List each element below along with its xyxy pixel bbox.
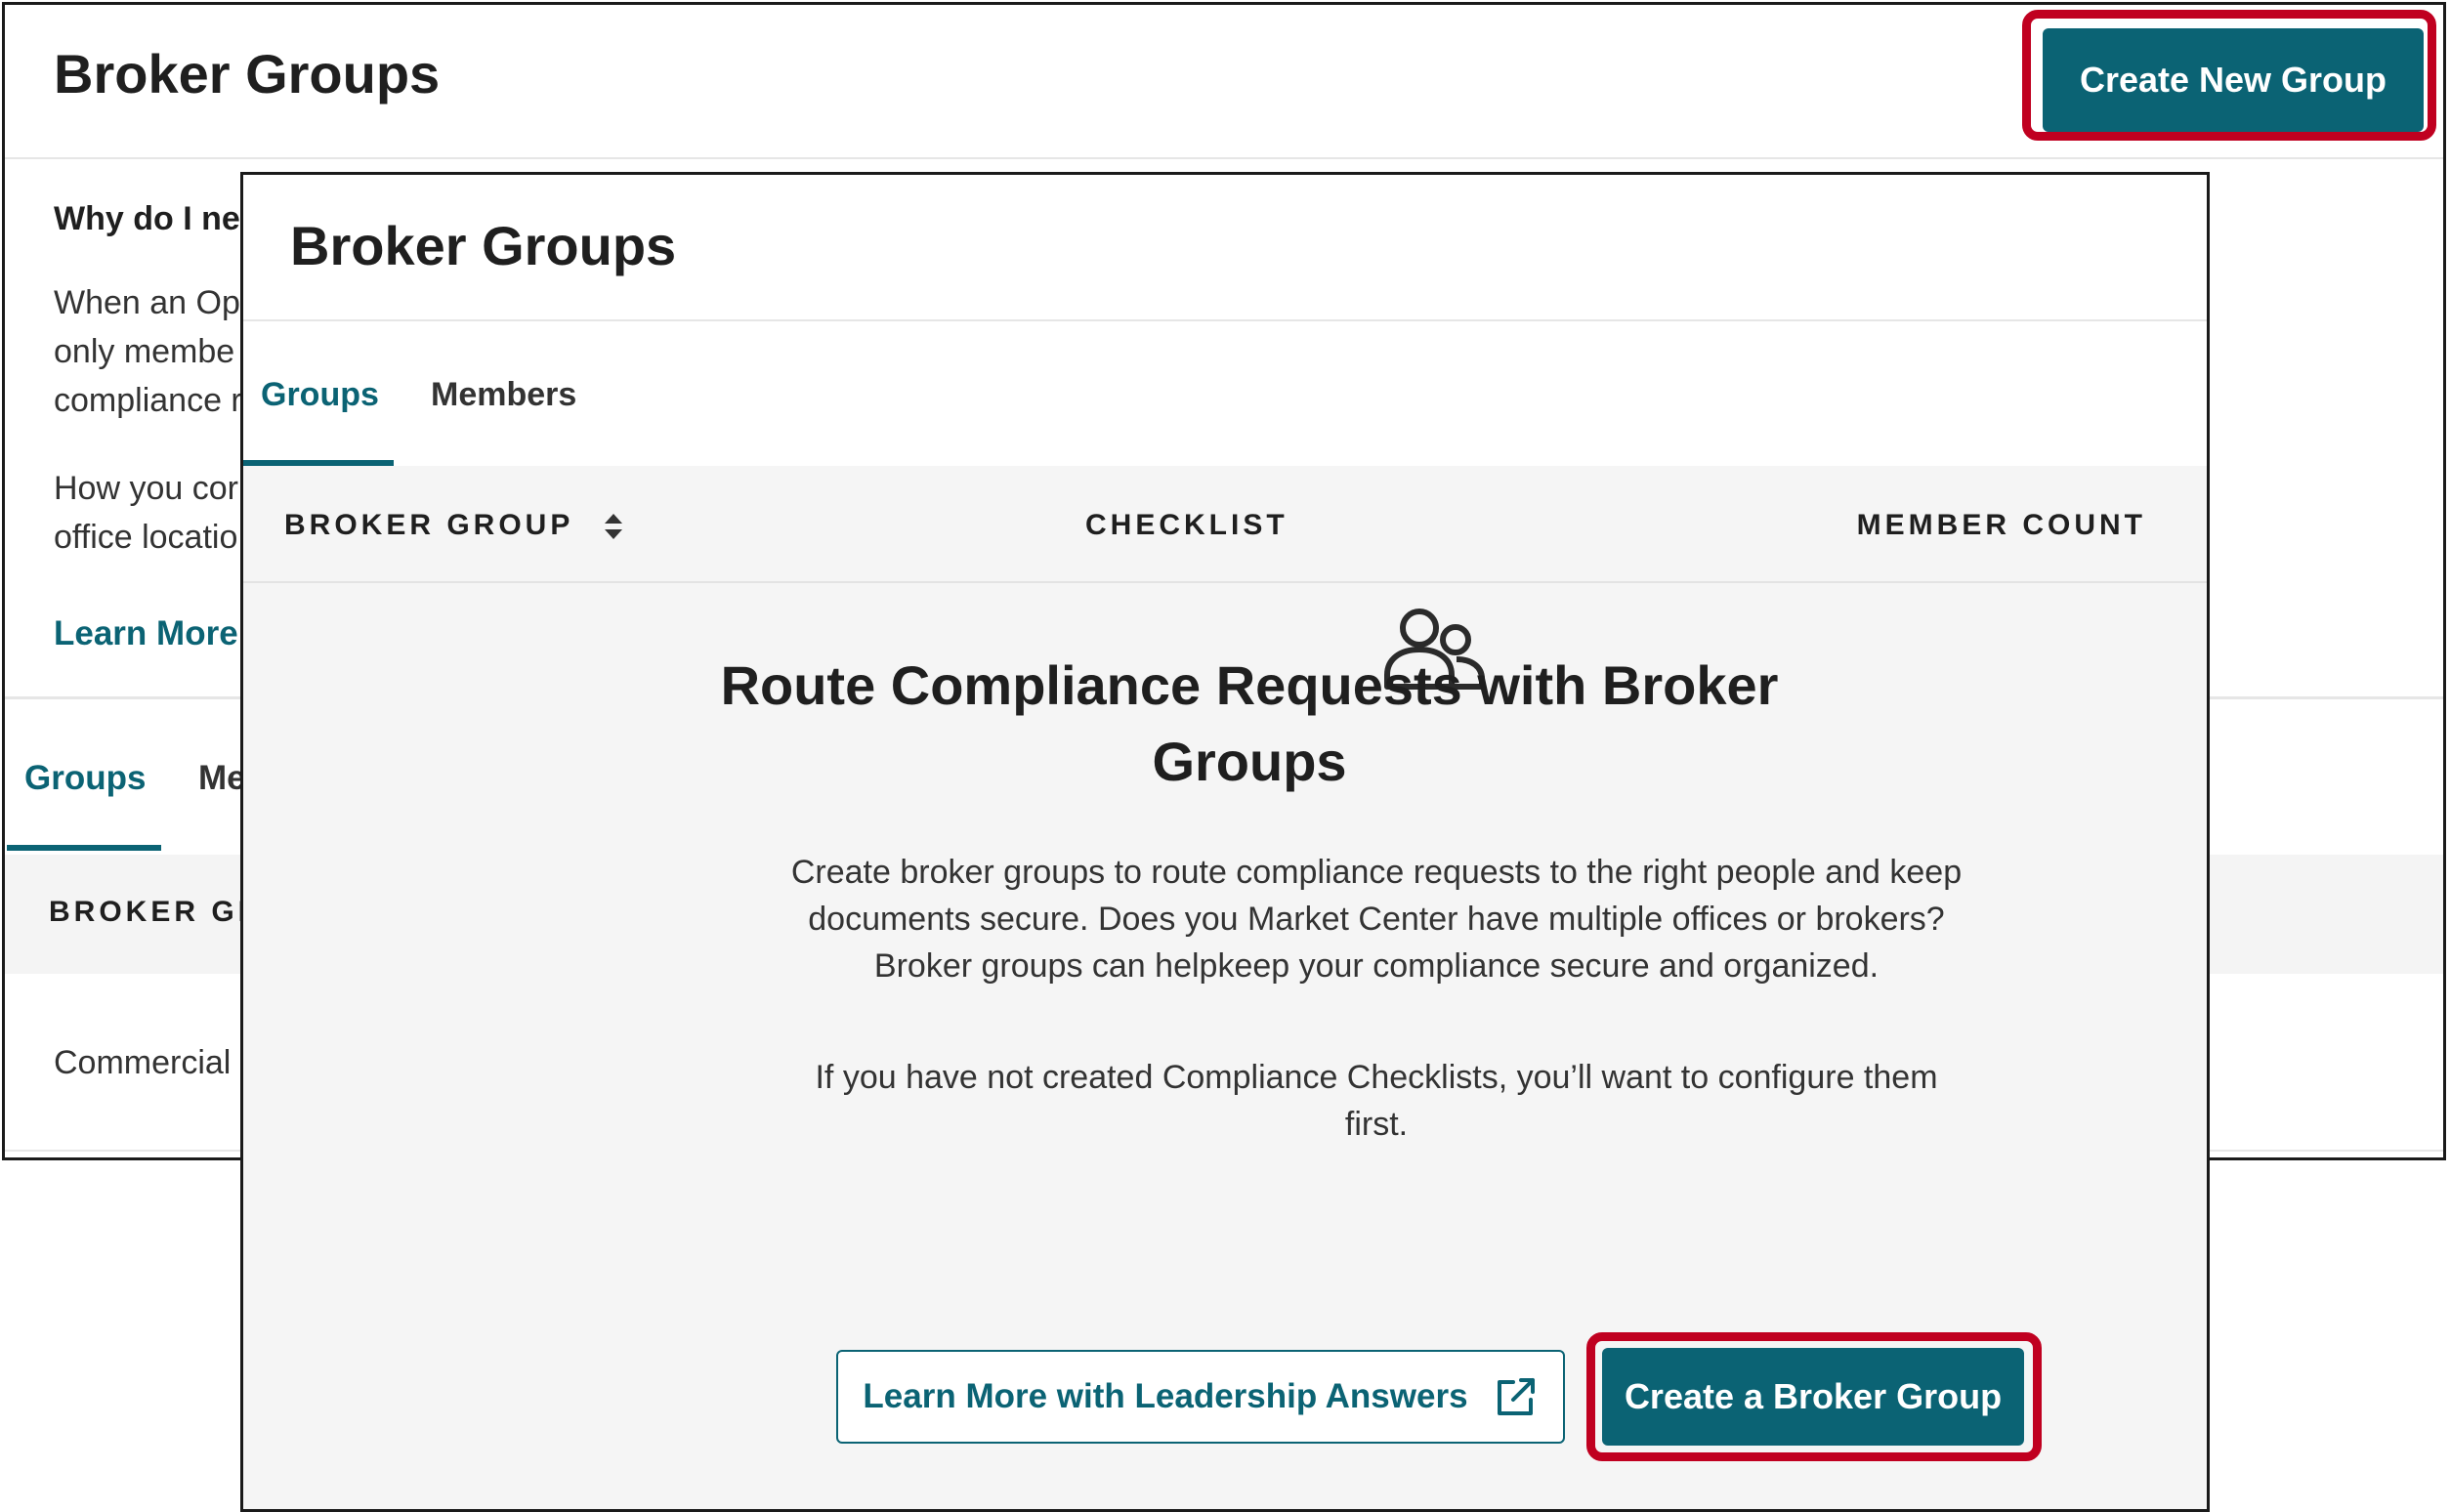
header-divider [243, 319, 2207, 321]
info-text-line: only membe [54, 333, 235, 370]
empty-state-description: Create broker groups to route compliance… [751, 849, 2002, 989]
highlight-create-new-group [2022, 10, 2436, 141]
table-row[interactable]: Commercial [54, 1044, 231, 1082]
empty-state-heading: Route Compliance Requests with Broker Gr… [536, 648, 1963, 800]
heading-line: Groups [1152, 731, 1347, 792]
column-header-broker-group[interactable]: BROKER GR [49, 896, 263, 929]
learn-more-link[interactable]: Learn More [54, 614, 238, 653]
heading-line: Route Compliance Requests with Broker [720, 654, 1779, 716]
checklist-note: If you have not created Compliance Check… [751, 1054, 2002, 1148]
info-text-line: compliance r [54, 382, 242, 419]
note-line: first. [1344, 1106, 1409, 1143]
description-line: Broker groups can helpkeep your complian… [873, 947, 1880, 985]
tab-groups[interactable]: Groups [24, 759, 146, 798]
sort-icon[interactable] [603, 512, 624, 541]
column-header-checklist[interactable]: CHECKLIST [1085, 509, 1288, 542]
background-page-title: Broker Groups [54, 43, 441, 105]
column-header-broker-group[interactable]: BROKER GROUP [284, 509, 624, 542]
tab-groups[interactable]: Groups [261, 376, 379, 414]
page-title: Broker Groups [290, 215, 677, 276]
note-line: If you have not created Compliance Check… [815, 1059, 1938, 1096]
info-text-line: office locatio [54, 519, 238, 556]
why-heading: Why do I ne [54, 200, 240, 237]
info-text-line: When an Op [54, 284, 240, 321]
description-line: documents secure. Does you Market Center… [808, 901, 1945, 938]
description-line: Create broker groups to route compliance… [790, 854, 1963, 891]
external-link-icon [1497, 1378, 1535, 1415]
learn-more-leadership-answers-button[interactable]: Learn More with Leadership Answers [836, 1350, 1565, 1444]
table-header: BROKER GROUP CHECKLIST MEMBER COUNT [243, 466, 2207, 583]
column-header-label: BROKER GROUP [284, 509, 573, 541]
column-header-member-count[interactable]: MEMBER COUNT [1857, 509, 2146, 542]
info-text-line: How you cor [54, 470, 238, 507]
button-label: Learn More with Leadership Answers [863, 1377, 1468, 1415]
tab-members[interactable]: Me [198, 759, 246, 798]
active-tab-indicator [7, 845, 161, 851]
tab-members[interactable]: Members [431, 376, 576, 414]
broker-groups-panel: Broker Groups Groups Members BROKER GROU… [240, 172, 2210, 1512]
highlight-create-broker-group [1586, 1332, 2042, 1461]
